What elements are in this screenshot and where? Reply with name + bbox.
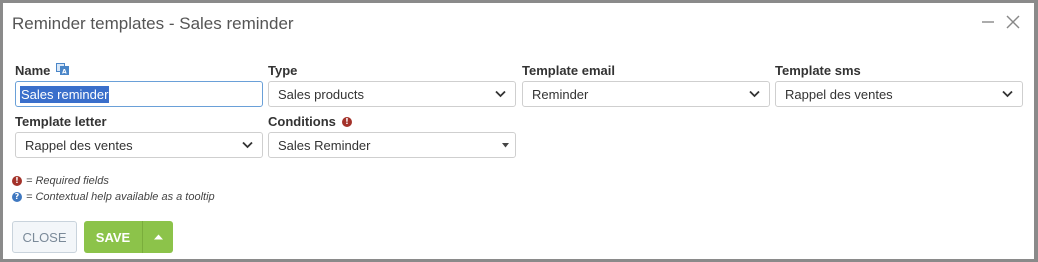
help-icon: ? [12,192,22,202]
reminder-template-dialog: Reminder templates - Sales reminder Name… [3,3,1034,259]
type-select[interactable]: Sales products [268,81,516,107]
template-sms-label: Template sms [775,63,861,78]
template-letter-field: Template letter Rappel des ventes [15,113,263,158]
minimize-icon[interactable] [978,11,998,33]
save-button[interactable]: SAVE [84,221,142,253]
close-button[interactable]: CLOSE [12,221,77,253]
template-sms-select-value: Rappel des ventes [785,86,893,102]
template-email-field: Template email Reminder [522,62,770,107]
type-label: Type [268,63,298,78]
caret-up-icon [153,234,163,240]
template-email-select-value: Reminder [532,86,589,102]
legend-help: ? = Contextual help available as a toolt… [12,191,215,203]
template-sms-field: Template sms Rappel des ventes [775,62,1023,107]
svg-text:A: A [62,69,67,76]
chevron-down-icon [242,141,253,149]
template-sms-select[interactable]: Rappel des ventes [775,81,1023,107]
dialog-title: Reminder templates - Sales reminder [12,14,294,33]
template-letter-select-value: Rappel des ventes [25,137,133,153]
required-icon: ! [12,176,22,186]
chevron-down-icon [1002,90,1013,98]
conditions-field: Conditions ! Sales Reminder [268,113,516,158]
legend-required-text: = Required fields [26,175,109,187]
save-options-button[interactable] [142,221,173,253]
conditions-select-value: Sales Reminder [278,137,371,153]
legend-help-text: = Contextual help available as a tooltip [26,191,215,203]
template-letter-select[interactable]: Rappel des ventes [15,132,263,158]
required-icon[interactable]: ! [341,116,352,127]
name-input[interactable]: Sales reminder [15,81,263,107]
chevron-down-icon [749,90,760,98]
name-label: Name [15,63,51,78]
name-field: Name A Sales reminder [15,62,263,107]
conditions-select[interactable]: Sales Reminder [268,132,516,158]
template-email-label: Template email [522,63,615,78]
close-icon[interactable] [1003,11,1023,33]
template-email-select[interactable]: Reminder [522,81,770,107]
type-select-value: Sales products [278,86,364,102]
name-input-value: Sales reminder [20,85,110,103]
legend-required: ! = Required fields [12,175,109,187]
type-field: Type Sales products [268,62,516,107]
chevron-down-icon [495,90,506,98]
template-letter-label: Template letter [15,114,107,129]
translate-icon[interactable]: A [56,62,70,79]
conditions-label: Conditions [268,114,336,129]
caret-down-icon [502,143,509,148]
